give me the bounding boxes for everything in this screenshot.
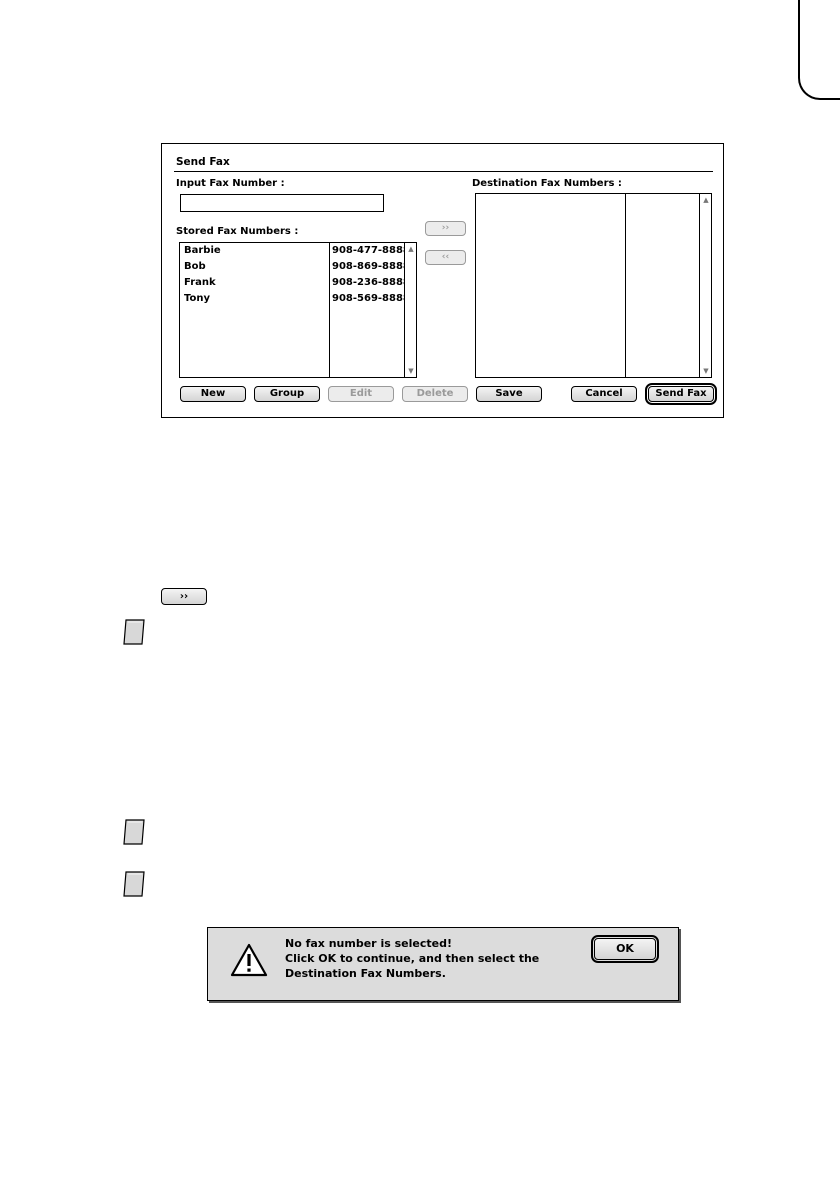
note-icon bbox=[123, 871, 145, 897]
scroll-up-icon[interactable]: ▲ bbox=[406, 244, 416, 254]
remove-destination-button[interactable]: ‹‹ bbox=[425, 250, 466, 265]
page-tab-icon bbox=[798, 0, 840, 100]
new-button[interactable]: New bbox=[180, 386, 246, 402]
stored-fax-numbers-label: Stored Fax Numbers : bbox=[176, 226, 299, 237]
destination-list-scrollbar[interactable]: ▲ ▼ bbox=[699, 194, 711, 377]
send-fax-dialog: Send Fax Input Fax Number : Stored Fax N… bbox=[161, 143, 724, 418]
column-divider bbox=[625, 194, 626, 377]
warning-icon bbox=[230, 943, 268, 977]
alert-line-3: Destination Fax Numbers. bbox=[285, 967, 446, 980]
entry-number: 908-236-8888 bbox=[332, 277, 410, 288]
title-divider bbox=[174, 171, 713, 172]
send-fax-button[interactable]: Send Fax bbox=[645, 383, 717, 405]
entry-name: Frank bbox=[184, 277, 216, 288]
delete-button[interactable]: Delete bbox=[402, 386, 468, 402]
ok-button[interactable]: OK bbox=[591, 935, 659, 963]
dialog-title: Send Fax bbox=[176, 156, 230, 168]
entry-number: 908-569-8888 bbox=[332, 293, 410, 304]
cancel-button[interactable]: Cancel bbox=[571, 386, 637, 402]
save-button[interactable]: Save bbox=[476, 386, 542, 402]
destination-fax-numbers-list[interactable]: ▲ ▼ bbox=[475, 193, 712, 378]
edit-button[interactable]: Edit bbox=[328, 386, 394, 402]
alert-message: No fax number is selected! Click OK to c… bbox=[285, 936, 539, 981]
scroll-down-icon[interactable]: ▼ bbox=[406, 366, 416, 376]
add-destination-button-illustration[interactable]: ›› bbox=[161, 588, 207, 605]
note-icon bbox=[123, 619, 145, 645]
alert-line-1: No fax number is selected! bbox=[285, 937, 452, 950]
scroll-up-icon[interactable]: ▲ bbox=[701, 195, 711, 205]
note-icon bbox=[123, 819, 145, 845]
input-fax-number-label: Input Fax Number : bbox=[176, 178, 285, 189]
entry-number: 908-869-8888 bbox=[332, 261, 410, 272]
no-fax-selected-alert: No fax number is selected! Click OK to c… bbox=[207, 927, 679, 1001]
column-divider bbox=[329, 243, 330, 377]
entry-name: Bob bbox=[184, 261, 206, 272]
group-button[interactable]: Group bbox=[254, 386, 320, 402]
entry-name: Tony bbox=[184, 293, 211, 304]
entry-name: Barbie bbox=[184, 245, 221, 256]
destination-fax-numbers-label: Destination Fax Numbers : bbox=[472, 178, 622, 189]
entry-number: 908-477-8888 bbox=[332, 245, 410, 256]
input-fax-number-field[interactable] bbox=[180, 194, 384, 212]
add-destination-button[interactable]: ›› bbox=[425, 221, 466, 236]
stored-list-scrollbar[interactable]: ▲ ▼ bbox=[404, 243, 416, 377]
scroll-down-icon[interactable]: ▼ bbox=[701, 366, 711, 376]
alert-line-2: Click OK to continue, and then select th… bbox=[285, 952, 540, 965]
stored-fax-numbers-list[interactable]: Barbie 908-477-8888 Bob 908-869-8888 Fra… bbox=[179, 242, 417, 378]
